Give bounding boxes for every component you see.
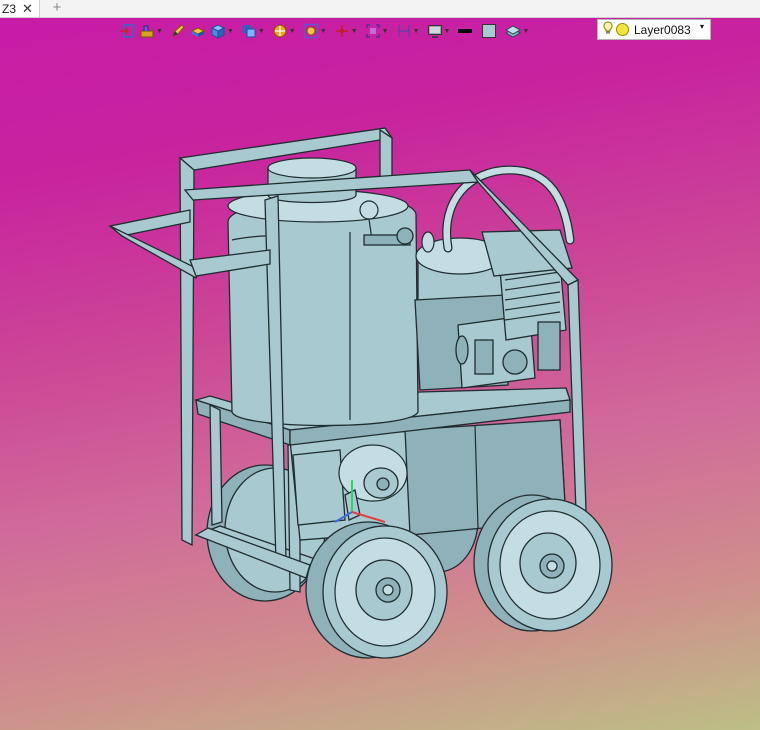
document-tab-bar: Z3 ✕ + [0,0,760,18]
fill-color-swatch [482,24,497,38]
chevron-down-icon[interactable]: ▼ [320,28,327,35]
chevron-down-icon[interactable]: ▼ [444,28,451,35]
display-icon[interactable] [426,22,444,40]
construct-icon[interactable] [138,22,156,40]
origin-icon[interactable] [333,22,351,40]
chevron-down-icon[interactable]: ▾ [700,22,704,31]
fit-view-icon[interactable] [364,22,382,40]
lightbulb-icon[interactable] [603,21,613,38]
front-left-wheel [305,521,448,659]
3d-viewport[interactable]: Z3 ✕ + ▼ ▼ ▼ ▼ ▼ ▼ ▼ ▼ ▼ ▼ Layer0083 ▾ [0,0,760,730]
chevron-down-icon[interactable]: ▼ [382,28,389,35]
chevron-down-icon[interactable]: ▼ [258,28,265,35]
exit-sketch-icon[interactable] [118,22,136,40]
chevron-down-icon[interactable]: ▼ [522,28,529,35]
chevron-down-icon[interactable]: ▼ [413,28,420,35]
layer-manager-icon[interactable] [504,22,522,40]
block-icon[interactable] [189,22,207,40]
tank [227,157,419,427]
chevron-down-icon[interactable]: ▼ [351,28,358,35]
measure-icon[interactable] [395,22,413,40]
chevron-down-icon[interactable]: ▼ [227,28,234,35]
layer-selector[interactable]: Layer0083 ▾ [597,19,711,40]
chevron-down-icon[interactable]: ▼ [289,28,296,35]
boolean-icon[interactable] [240,22,258,40]
line-color-icon[interactable] [456,22,474,40]
visual-style-icon[interactable] [302,22,320,40]
view-toolbar: ▼ ▼ ▼ ▼ ▼ ▼ ▼ ▼ ▼ ▼ [118,20,535,42]
new-tab-button[interactable]: + [50,0,64,17]
tab-z3[interactable]: Z3 ✕ [0,0,40,17]
line-color-swatch [458,29,473,33]
front-right-wheel [473,494,613,632]
close-icon[interactable]: ✕ [22,2,33,15]
section-icon[interactable] [271,22,289,40]
layer-color-icon [616,23,629,36]
tab-label: Z3 [2,1,17,16]
pencil-icon[interactable] [169,22,187,40]
cube-icon[interactable] [209,22,227,40]
pressure-washer-model[interactable] [0,0,760,730]
chevron-down-icon[interactable]: ▼ [156,28,163,35]
layer-name: Layer0083 [634,22,691,37]
fill-color-icon[interactable] [480,22,498,40]
